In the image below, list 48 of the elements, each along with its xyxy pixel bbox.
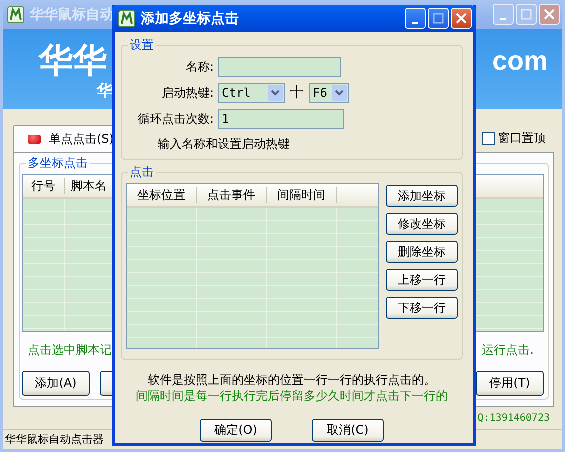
cancel-button[interactable]: 取消(C)	[312, 419, 384, 442]
ok-button[interactable]: 确定(O)	[200, 419, 272, 442]
loop-count-field[interactable]: 1	[218, 109, 344, 129]
column-header: 间隔时间	[267, 187, 337, 203]
status-icon	[28, 134, 41, 144]
banner-title: com	[492, 45, 548, 78]
contact-text: Q:1391460723	[478, 413, 550, 424]
hint-text: 运行点击.	[482, 342, 534, 359]
modifier-dropdown[interactable]: Ctrl	[218, 83, 285, 103]
banner-title: 华华	[39, 41, 107, 81]
app-icon	[118, 10, 136, 28]
checkbox[interactable]	[482, 132, 495, 145]
field-label: 启动热键:	[160, 84, 215, 102]
app-icon	[7, 6, 25, 24]
note-text: 间隔时间是每一行执行完后停留多少久时间才点击下一行的	[135, 388, 449, 404]
disable-button[interactable]: 停用(T)	[476, 371, 544, 396]
add-button[interactable]: 添加(A)	[22, 371, 90, 396]
banner-subtitle: 华	[97, 81, 113, 101]
hint-text: 点击选中脚本记	[28, 342, 112, 359]
note-text: 软件是按照上面的坐标的位置一行一行的执行点击的。	[147, 372, 437, 388]
maximize-icon	[521, 9, 532, 20]
list-action-button[interactable]: 添加坐标	[386, 185, 458, 207]
plus-sign: 十	[290, 84, 304, 102]
key-dropdown[interactable]: F6	[309, 83, 349, 103]
hint-text: 输入名称和设置启动热键	[157, 136, 291, 153]
list-action-button[interactable]: 下移一行	[386, 297, 458, 319]
field-label: 名称:	[184, 58, 215, 76]
chevron-down-icon	[268, 85, 283, 101]
checkbox-label: 窗口置顶	[498, 130, 546, 147]
group-title: 设置	[128, 37, 156, 53]
group-title: 多坐标点击	[26, 155, 90, 171]
close-icon	[456, 13, 467, 24]
list-action-button[interactable]: 上移一行	[386, 269, 458, 291]
field-label: 循环点击次数:	[136, 110, 215, 128]
close-icon	[544, 9, 555, 20]
column-header: 点击事件	[197, 187, 267, 203]
group-title: 点击	[128, 164, 156, 180]
column-header: 行号	[23, 178, 65, 194]
minimize-icon	[500, 18, 506, 20]
status-text: 华华鼠标自动点击器	[5, 432, 104, 447]
maximize-icon	[433, 13, 444, 24]
dialog-title: 添加多坐标点击	[141, 10, 239, 28]
list-action-button[interactable]: 修改坐标	[386, 213, 458, 235]
minimize-icon	[412, 22, 418, 24]
column-header: 坐标位置	[127, 187, 197, 203]
name-field[interactable]	[218, 57, 341, 77]
chevron-down-icon	[332, 85, 347, 101]
list-action-button[interactable]: 删除坐标	[386, 241, 458, 263]
